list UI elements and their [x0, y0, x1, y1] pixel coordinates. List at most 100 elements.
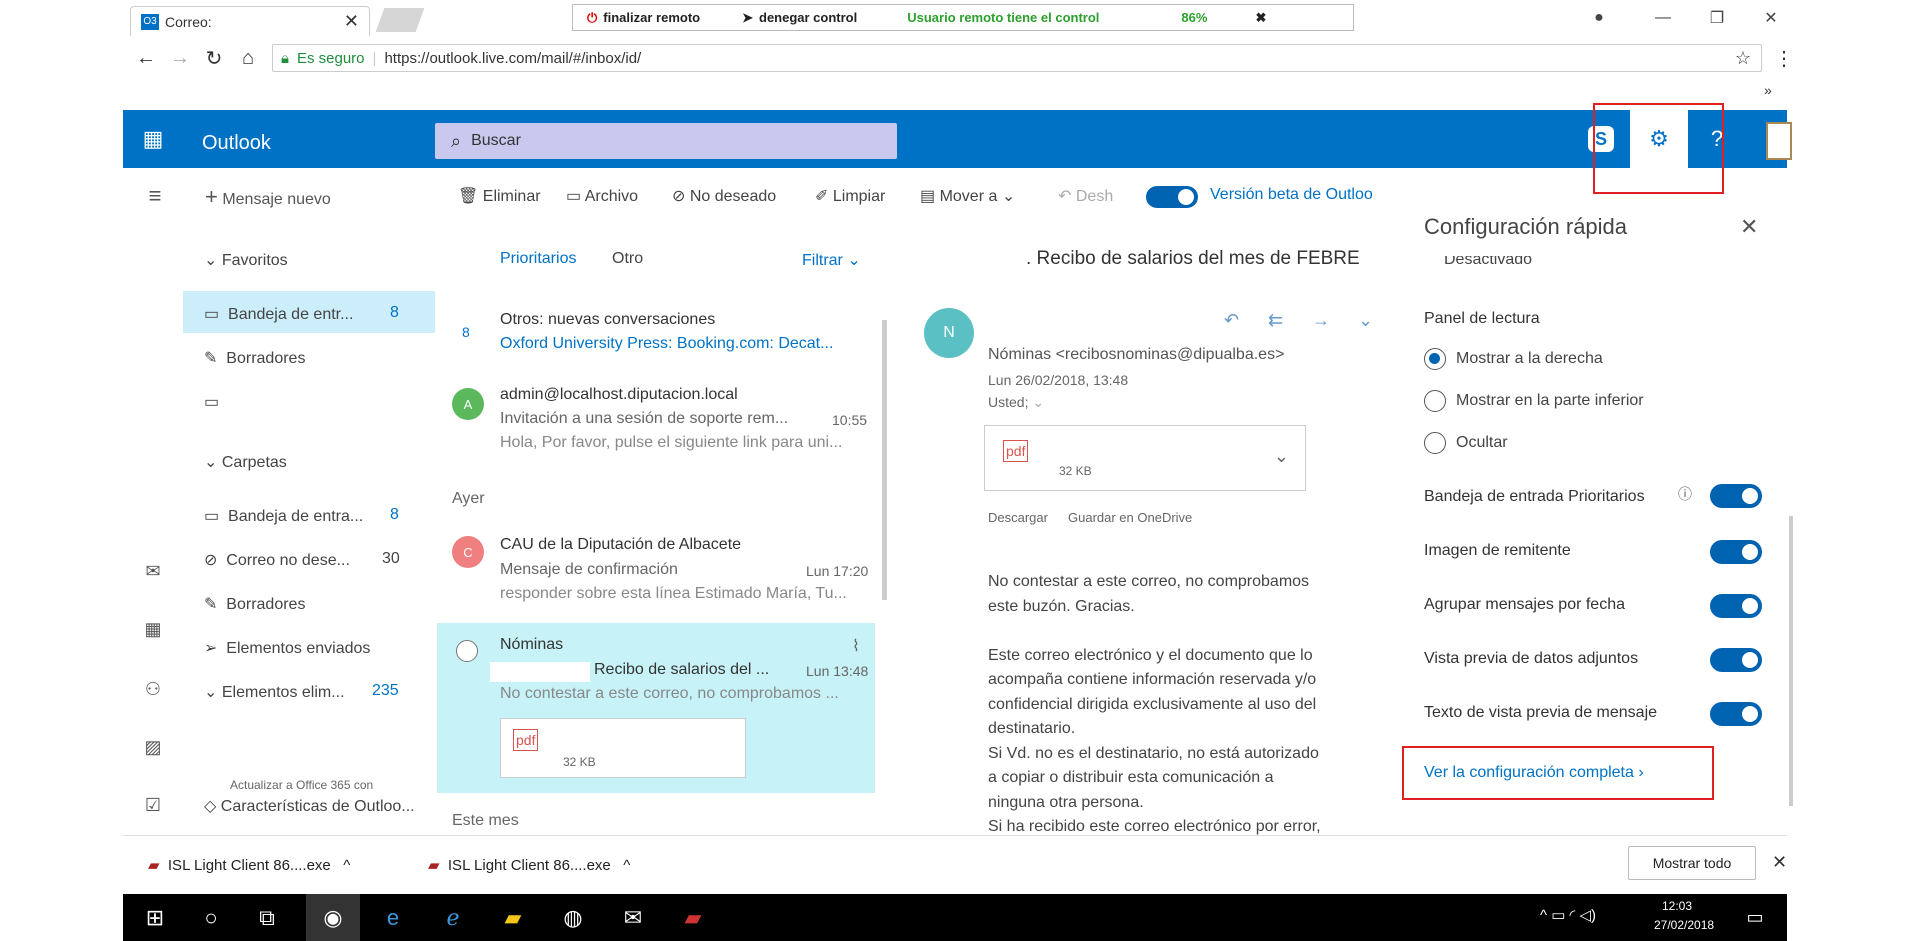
clock-time[interactable]: 12:03 [1662, 899, 1692, 913]
hamburger-icon[interactable]: ≡ [140, 183, 170, 209]
folder-junk[interactable]: ⊘ Correo no dese... [204, 550, 350, 570]
edge-icon[interactable]: e [366, 894, 420, 941]
radio-right[interactable] [1424, 348, 1446, 370]
reply-all-icon[interactable]: ⇇ [1268, 310, 1283, 331]
sender-address[interactable]: Nóminas <recibosnominas@dipualba.es> [988, 346, 1284, 364]
forward-mail-icon[interactable]: → [1312, 310, 1330, 331]
select-checkbox[interactable] [456, 640, 478, 662]
address-bar[interactable]: 🔒︎ Es seguro | https://outlook.live.com/… [272, 44, 1762, 72]
delete-button[interactable]: 🗑︎ Eliminar [458, 186, 541, 206]
mail-icon[interactable]: ✉ [140, 558, 166, 584]
message-preview-toggle[interactable] [1710, 702, 1762, 726]
tab-other[interactable]: Otro [612, 250, 643, 268]
outlook-brand[interactable]: Outlook [202, 132, 271, 155]
download-item[interactable]: ▰ ISL Light Client 86....exe ^ [148, 856, 350, 874]
list-scrollbar[interactable] [882, 320, 887, 600]
message-time: Lun 13:48 [806, 663, 869, 679]
favorites-header[interactable]: ⌄ Favoritos [204, 250, 288, 270]
folder-deleted[interactable]: ⌄ Elementos elim... [204, 682, 345, 702]
chevron-up-icon[interactable]: ^ [623, 857, 630, 874]
minimize-icon[interactable]: — [1648, 6, 1678, 30]
radio-hide[interactable] [1424, 432, 1446, 454]
radio-bottom[interactable] [1424, 390, 1446, 412]
people-icon[interactable]: ⚇ [140, 676, 166, 702]
task-view-icon[interactable]: ⧉ [240, 894, 294, 941]
fav-archive-icon[interactable]: ▭ [204, 392, 219, 412]
show-all-button[interactable]: Mostrar todo [1628, 846, 1756, 880]
clock-date[interactable]: 27/02/2018 [1654, 918, 1714, 932]
download-link[interactable]: Descargar [988, 510, 1048, 525]
others-subtitle[interactable]: Oxford University Press: Booking.com: De… [500, 335, 865, 353]
sweep-button[interactable]: ✐ Limpiar [815, 186, 885, 206]
chevron-down-icon: ⌄ [204, 684, 218, 701]
ie-icon[interactable]: ℯ [426, 894, 480, 941]
photos-icon[interactable]: ▨ [140, 734, 166, 760]
folder-sent[interactable]: ➢ Elementos enviados [204, 638, 370, 658]
toggle-label: Bandeja de entrada Prioritarios [1424, 488, 1645, 505]
panel-scrollbar[interactable] [1789, 516, 1793, 806]
message-from[interactable]: Nóminas [500, 636, 563, 654]
move-button[interactable]: ▤ Mover a ⌄ [920, 186, 1015, 206]
notifications-icon[interactable]: ▭ [1740, 902, 1770, 932]
folder-inbox[interactable]: ▭ Bandeja de entra... [204, 506, 363, 526]
app-launcher-icon[interactable]: ▦ [138, 124, 168, 154]
upgrade-link[interactable]: ◇ Características de Outloo... [204, 796, 415, 816]
sender-image-toggle[interactable] [1710, 540, 1762, 564]
new-message-button[interactable]: + Mensaje nuevo [205, 184, 331, 210]
group-by-date-toggle[interactable] [1710, 594, 1762, 618]
info-icon[interactable]: ⓘ [1678, 484, 1692, 504]
restore-icon[interactable]: ❐ [1702, 6, 1732, 30]
folders-header[interactable]: ⌄ Carpetas [204, 452, 287, 472]
beta-toggle[interactable] [1146, 186, 1198, 208]
close-tab-icon[interactable]: ✕ [344, 11, 359, 32]
calendar-icon[interactable]: ▦ [140, 616, 166, 642]
pin-icon[interactable]: ✖ [1255, 10, 1266, 26]
tasks-icon[interactable]: ☑ [140, 792, 166, 818]
account-icon[interactable]: ● [1584, 6, 1614, 30]
cortana-icon[interactable]: ○ [184, 894, 238, 941]
undo-button[interactable]: ↶ Desh [1058, 186, 1113, 206]
save-onedrive-link[interactable]: Guardar en OneDrive [1068, 510, 1192, 525]
chevron-up-icon[interactable]: ^ [343, 857, 350, 874]
menu-dots-icon[interactable]: ⋮ [1774, 44, 1794, 72]
star-icon[interactable]: ☆ [1735, 48, 1751, 69]
forward-icon[interactable]: → [166, 44, 194, 72]
browser-tab[interactable]: O3 Correo: ✕ [130, 6, 370, 36]
tab-focused[interactable]: Prioritarios [500, 250, 576, 268]
junk-button[interactable]: ⊘ No deseado [672, 186, 776, 206]
message-from[interactable]: admin@localhost.diputacion.local [500, 386, 738, 404]
end-remote-button[interactable]: finalizar remoto [603, 10, 700, 25]
focused-inbox-toggle[interactable] [1710, 484, 1762, 508]
attachment-preview-toggle[interactable] [1710, 648, 1762, 672]
download-item[interactable]: ▰ ISL Light Client 86....exe ^ [428, 856, 630, 874]
others-title[interactable]: Otros: nuevas conversaciones [500, 311, 715, 329]
chevron-down-icon[interactable]: ⌄ [1358, 310, 1373, 331]
reply-icon[interactable]: ↶ [1224, 310, 1239, 331]
fav-drafts[interactable]: ✎ Borradores [204, 348, 305, 368]
close-settings-icon[interactable]: ✕ [1740, 214, 1758, 240]
message-from[interactable]: CAU de la Diputación de Albacete [500, 536, 741, 554]
fav-inbox[interactable]: ▭ Bandeja de entr... [204, 304, 353, 324]
close-download-bar-icon[interactable]: ✕ [1772, 852, 1787, 873]
folder-drafts[interactable]: ✎ Borradores [204, 594, 305, 614]
deny-control-button[interactable]: denegar control [759, 10, 857, 25]
close-window-icon[interactable]: ✕ [1756, 6, 1786, 30]
network-globe-icon[interactable]: ◍ [546, 894, 600, 941]
back-icon[interactable]: ← [132, 44, 160, 72]
isl-app-icon[interactable]: ▰ [666, 894, 720, 941]
reload-icon[interactable]: ↻ [200, 44, 228, 72]
windows-start-icon[interactable]: ⊞ [128, 894, 182, 941]
home-icon[interactable]: ⌂ [234, 44, 262, 72]
tray-icons[interactable]: ^ ▭ ◜ ◁) [1540, 906, 1596, 924]
reading-attachment-card[interactable]: pdf 32 KB ⌄ [984, 425, 1306, 491]
file-explorer-icon[interactable]: ▰ [486, 894, 540, 941]
chrome-icon[interactable]: ◉ [306, 894, 360, 941]
chevron-down-icon[interactable]: ⌄ [1274, 446, 1289, 467]
attachment-card[interactable]: pdf 32 KB [500, 718, 746, 778]
bookmarks-overflow[interactable]: » [1764, 82, 1772, 98]
filter-button[interactable]: Filtrar ⌄ [802, 250, 861, 270]
search-box[interactable]: ⌕ Buscar [435, 123, 897, 159]
mail-app-icon[interactable]: ✉ [606, 894, 660, 941]
user-avatar[interactable] [1766, 122, 1792, 160]
archive-button[interactable]: ▭ Archivo [566, 186, 638, 206]
